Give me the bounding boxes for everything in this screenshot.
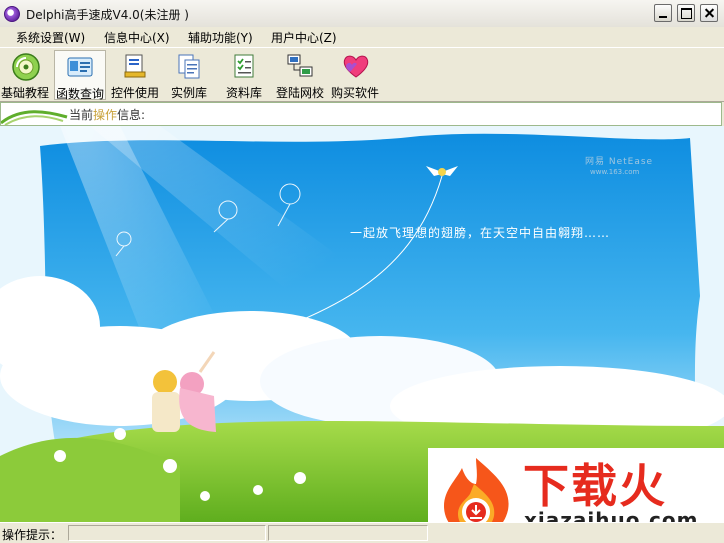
operation-info-label: 当前操作信息: (69, 108, 146, 122)
toolbar: 基础教程 函数查询 控件使用 实例库 资料库 登陆网校 购买软件 (0, 47, 724, 102)
examples-label: 实例库 (170, 86, 207, 100)
examples-button[interactable]: 实例库 (168, 50, 210, 100)
status-label: 操作提示： (2, 528, 63, 542)
netease-url: www.163.com (590, 168, 640, 176)
menu-auxiliary[interactable]: 辅助功能(Y) (188, 29, 253, 46)
function-query-button[interactable]: 函数查询 (54, 50, 106, 101)
status-panel-1 (68, 525, 266, 541)
menu-user-center[interactable]: 用户中心(Z) (271, 29, 337, 46)
book-icon (121, 52, 149, 80)
network-icon (286, 52, 314, 80)
slogan-text: 一起放飞理想的翅膀，在天空中自由翱翔…… (350, 226, 611, 240)
window-title: Delphi高手速成V4.0(未注册 ) (26, 8, 189, 22)
close-button[interactable] (700, 4, 718, 22)
maximize-button[interactable] (677, 4, 695, 22)
login-school-label: 登陆网校 (275, 86, 324, 100)
control-usage-button[interactable]: 控件使用 (110, 50, 160, 100)
materials-label: 资料库 (225, 86, 262, 100)
swoosh-decoration (1, 110, 68, 125)
logo-title: 下载火 (523, 459, 667, 513)
buy-software-label: 购买软件 (330, 86, 379, 100)
title-bar: Delphi高手速成V4.0(未注册 ) (0, 0, 724, 28)
status-bar: 操作提示： (0, 522, 724, 543)
operation-info-bar: 当前操作信息: (0, 102, 722, 126)
checklist-icon (230, 52, 258, 80)
minimize-button[interactable] (654, 4, 672, 22)
app-icon[interactable] (4, 6, 20, 22)
control-usage-label: 控件使用 (110, 86, 159, 100)
basic-tutorial-button[interactable]: 基础教程 (0, 50, 50, 100)
buy-software-button[interactable]: 购买软件 (330, 50, 380, 100)
menu-system-settings[interactable]: 系统设置(W) (16, 29, 85, 46)
materials-button[interactable]: 资料库 (222, 50, 266, 100)
function-query-label: 函数查询 (55, 87, 104, 101)
basic-tutorial-label: 基础教程 (0, 86, 49, 100)
status-panel-2 (268, 525, 428, 541)
login-school-button[interactable]: 登陆网校 (274, 50, 326, 100)
netease-watermark: 网易 NetEase (585, 157, 654, 167)
menu-info-center[interactable]: 信息中心(X) (104, 29, 170, 46)
disc-icon (11, 52, 40, 81)
documents-icon (175, 52, 203, 80)
menu-bar: 系统设置(W) 信息中心(X) 辅助功能(Y) 用户中心(Z) (0, 27, 724, 47)
id-card-icon (66, 53, 94, 81)
heart-icon (341, 52, 369, 80)
